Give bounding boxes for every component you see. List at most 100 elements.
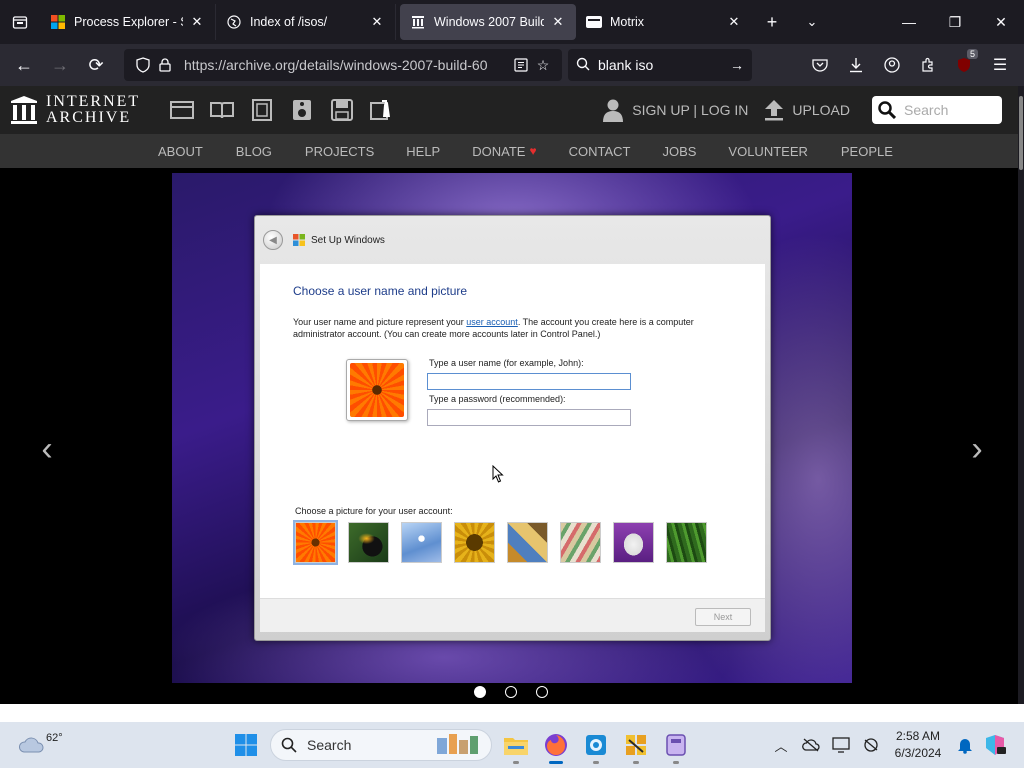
next-slide-icon[interactable]: › (962, 430, 992, 469)
back-icon[interactable]: ← (6, 49, 42, 81)
ia-header: INTERNET ARCHIVE SIGN UP | LOG IN UPLOAD… (0, 86, 1018, 134)
clock[interactable]: 2:58 AM 6/3/2024 (886, 728, 950, 762)
weather-widget[interactable]: 62° (18, 732, 63, 756)
picture-thumb-abstract (507, 522, 548, 563)
tab-index-isos[interactable]: Index of /isos/ ✕ (216, 4, 396, 40)
running-indicator (633, 761, 639, 764)
tab-title: Index of /isos/ (250, 15, 328, 29)
minimize-icon[interactable]: — (886, 0, 932, 44)
star-icon[interactable]: ☆ (532, 57, 554, 74)
picture-thumb-pencils (560, 522, 601, 563)
app-yellow-icon[interactable] (616, 725, 656, 765)
audio-icon[interactable] (282, 90, 322, 130)
images-icon[interactable] (362, 90, 402, 130)
start-button[interactable] (226, 725, 266, 765)
setup-windows-dialog: ◀ Set Up Windows Choose a user name and … (254, 215, 771, 641)
network-icon[interactable] (856, 737, 886, 753)
new-tab-icon[interactable]: + (752, 12, 792, 33)
firefox-icon[interactable] (536, 725, 576, 765)
url-text[interactable]: https://archive.org/details/windows-2007… (184, 57, 510, 73)
upload-link[interactable]: UPLOAD (764, 99, 850, 121)
picture-thumb-sunflower (454, 522, 495, 563)
notification-bell-icon[interactable] (950, 736, 980, 754)
url-bar[interactable]: https://archive.org/details/windows-2007… (124, 49, 562, 81)
pocket-icon[interactable] (802, 49, 838, 81)
picture-thumb-kitten (613, 522, 654, 563)
go-arrow-icon[interactable]: → (730, 57, 744, 73)
onedrive-icon[interactable] (796, 738, 826, 752)
logo-line2: ARCHIVE (46, 109, 132, 126)
ublock-icon[interactable]: 5 (946, 49, 982, 81)
running-indicator (673, 761, 679, 764)
back-arrow-icon: ◀ (263, 230, 283, 250)
page-bottom (0, 704, 1024, 722)
close-icon[interactable]: ✕ (550, 14, 566, 30)
scrollbar-thumb[interactable] (1019, 96, 1023, 170)
taskbar-search[interactable]: Search (270, 729, 492, 761)
lock-icon[interactable] (154, 58, 176, 72)
menu-icon[interactable]: ☰ (982, 49, 1018, 81)
dialog-description: Your user name and picture represent you… (293, 316, 713, 340)
nav-donate[interactable]: DONATE (472, 144, 525, 159)
photos-icon[interactable] (576, 725, 616, 765)
clock-time: 2:58 AM (895, 729, 941, 743)
slide-image: ◀ Set Up Windows Choose a user name and … (172, 173, 852, 683)
close-icon[interactable]: ✕ (726, 14, 742, 30)
chevron-down-icon[interactable]: ⌄ (792, 14, 832, 30)
shield-icon[interactable] (132, 57, 154, 73)
dialog-body: Choose a user name and picture Your user… (260, 264, 765, 598)
previous-slide-icon[interactable]: ‹ (32, 430, 62, 469)
nav-projects[interactable]: PROJECTS (305, 144, 374, 159)
slide-dot-3[interactable] (536, 686, 548, 698)
nav-people[interactable]: PEOPLE (841, 144, 893, 159)
slide-dot-1[interactable] (474, 686, 486, 698)
dialog-title: Set Up Windows (311, 234, 385, 246)
search-bar[interactable]: blank iso → (568, 49, 752, 81)
search-text[interactable]: blank iso (598, 57, 730, 73)
logo-line1: INTERNET (46, 93, 141, 110)
archive-building-icon (11, 96, 37, 124)
close-icon[interactable]: ✕ (369, 14, 385, 30)
dialog-footer: Next (260, 598, 765, 632)
display-icon[interactable] (826, 737, 856, 753)
app-purple-icon[interactable] (656, 725, 696, 765)
reload-icon[interactable]: ⟳ (78, 49, 114, 81)
ia-logo[interactable]: INTERNET ARCHIVE (10, 94, 140, 126)
account-icon[interactable] (874, 49, 910, 81)
nav-volunteer[interactable]: VOLUNTEER (728, 144, 807, 159)
video-icon[interactable] (242, 90, 282, 130)
picture-gallery (293, 520, 719, 565)
reader-view-icon[interactable] (510, 58, 532, 72)
tab-motrix[interactable]: Motrix ✕ (576, 4, 752, 40)
file-explorer-icon[interactable] (496, 725, 536, 765)
page-scrollbar[interactable] (1018, 86, 1024, 704)
tab-process-explorer[interactable]: Process Explorer - Sysin ✕ (40, 4, 216, 40)
tab-list-icon[interactable] (0, 0, 40, 44)
web-icon[interactable] (162, 90, 202, 130)
nav-jobs[interactable]: JOBS (662, 144, 696, 159)
download-icon[interactable] (838, 49, 874, 81)
ia-top-nav: ABOUT BLOG PROJECTS HELP DONATE ♥ CONTAC… (0, 134, 1018, 168)
close-window-icon[interactable]: ✕ (978, 0, 1024, 44)
texts-icon[interactable] (202, 90, 242, 130)
nav-about[interactable]: ABOUT (158, 144, 203, 159)
restore-icon[interactable]: ❐ (932, 0, 978, 44)
cloud-moon-icon (18, 737, 44, 753)
signup-login-link[interactable]: SIGN UP | LOG IN (602, 98, 748, 122)
forward-icon[interactable]: → (42, 49, 78, 81)
chevron-up-icon[interactable]: ︿ (766, 736, 796, 755)
copilot-icon[interactable] (980, 734, 1010, 756)
extensions-icon[interactable] (910, 49, 946, 81)
nav-help[interactable]: HELP (406, 144, 440, 159)
slide-dot-2[interactable] (505, 686, 517, 698)
nav-contact[interactable]: CONTACT (569, 144, 631, 159)
archive-logo-icon (410, 14, 426, 30)
tab-windows-2007[interactable]: Windows 2007 Build 60 ✕ (400, 4, 576, 40)
nav-blog[interactable]: BLOG (236, 144, 272, 159)
picture-thumb-grass (666, 522, 707, 563)
close-icon[interactable]: ✕ (189, 14, 205, 30)
ia-search-input[interactable]: Search (872, 96, 1002, 124)
software-icon[interactable] (322, 90, 362, 130)
password-input (427, 409, 631, 426)
windows-flag-icon (293, 234, 305, 246)
